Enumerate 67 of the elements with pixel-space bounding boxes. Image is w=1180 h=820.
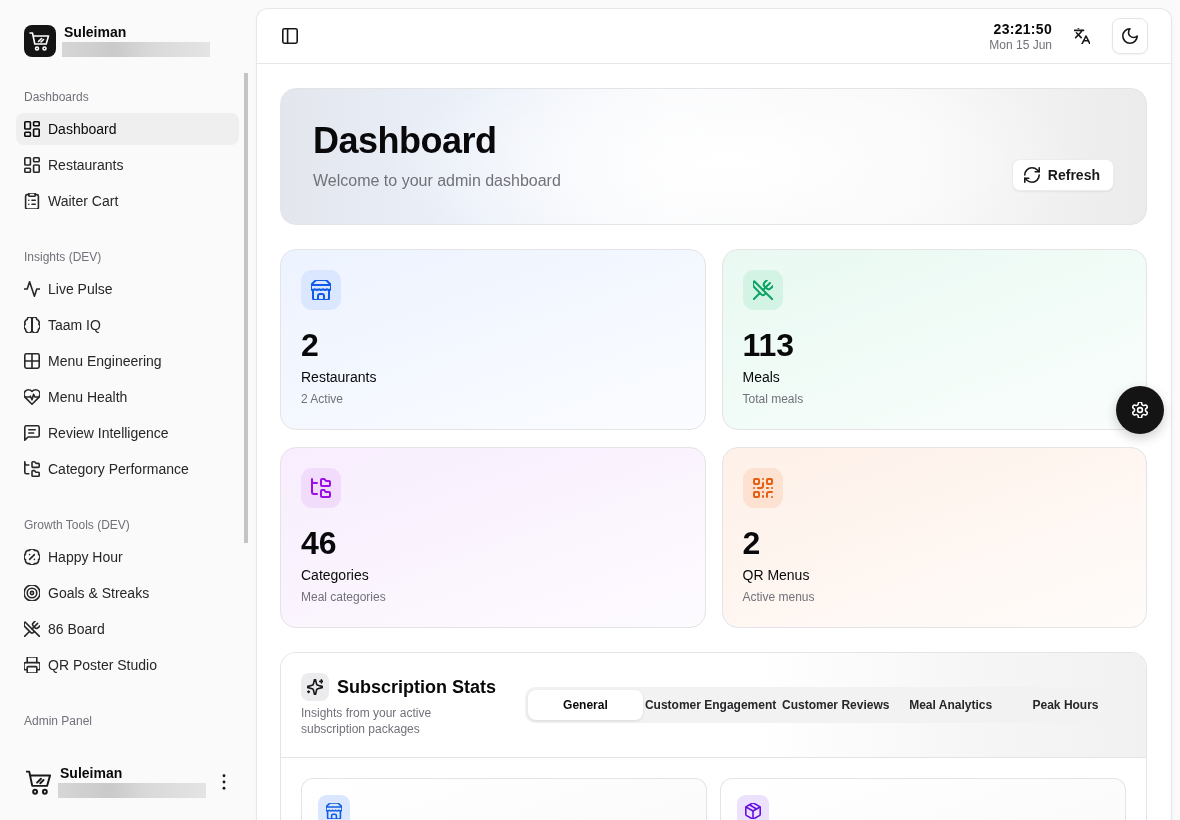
nav-item[interactable]: Live Pulse [16, 273, 239, 305]
moon-icon [1122, 28, 1138, 44]
page-subtitle: Welcome to your admin dashboard [313, 171, 561, 191]
folder-tree-icon [24, 461, 40, 477]
heart-pulse-icon [24, 389, 40, 405]
tab[interactable]: General [528, 690, 643, 720]
nav-item[interactable]: Review Intelligence [16, 417, 239, 449]
section-subtitle: Insights from your active subscription packages [301, 705, 433, 737]
crossed-utensils-icon [24, 621, 40, 637]
translate-icon [1074, 28, 1090, 44]
grid-icon [24, 353, 40, 369]
sparkles-icon [301, 673, 329, 701]
nav-item[interactable]: Menu Health [16, 381, 239, 413]
settings-icon [1132, 402, 1148, 418]
stat-note: Total meals [742, 391, 804, 407]
message-icon [24, 425, 40, 441]
pulse-icon [24, 281, 40, 297]
cart-icon [26, 768, 52, 795]
stat-label: QR Menus [742, 566, 810, 585]
section-label: Growth Tools (DEV) [23, 517, 130, 533]
nav-item[interactable]: QR Poster Studio [16, 649, 239, 681]
tab[interactable]: Customer Engagement [642, 690, 779, 720]
percent-badge-icon [24, 549, 40, 565]
stat-label: Categories [301, 566, 369, 585]
tab[interactable]: Customer Reviews [778, 690, 894, 720]
refresh-button[interactable]: Refresh [1011, 159, 1114, 191]
stat-note: Meal categories [301, 589, 386, 605]
nav-item[interactable]: Menu Engineering [16, 345, 239, 377]
scrollbar-thumb[interactable] [244, 73, 248, 543]
theme-toggle-button[interactable] [1112, 18, 1148, 54]
section-title: Subscription Stats [337, 676, 497, 699]
section-label: Admin Panel [23, 713, 93, 729]
stat-label: Meals [742, 368, 780, 387]
vertical-dots-icon [222, 773, 226, 790]
section-label: Insights (DEV) [23, 249, 102, 265]
page-title: Dashboard [313, 121, 497, 161]
layout-icon [24, 121, 40, 137]
sidebar-panel-icon [282, 28, 298, 44]
tab[interactable]: Meal Analytics [893, 690, 1009, 720]
clipboard-icon [24, 193, 40, 209]
stat-value: 2 [301, 327, 319, 363]
clock-date: Mon 15 Jun [989, 37, 1052, 53]
clock-time: 23:21:50 [993, 19, 1052, 38]
nav-item[interactable]: Restaurants [16, 149, 239, 181]
stat-note: Active menus [742, 589, 815, 605]
cart-logo-icon [24, 24, 56, 57]
nav-item[interactable]: Waiter Cart [16, 185, 239, 217]
nav-item[interactable]: Happy Hour [16, 541, 239, 573]
section-label: Dashboards [23, 89, 89, 105]
user-name: Suleiman [64, 24, 127, 41]
stat-note: 2 Active [301, 391, 344, 407]
user-name: Suleiman [60, 765, 123, 782]
stat-label: Restaurants [301, 368, 377, 387]
stat-value: 46 [301, 525, 337, 561]
brain-icon [24, 317, 40, 333]
refresh-icon [1023, 167, 1040, 183]
nav-item[interactable]: Taam IQ [16, 309, 239, 341]
printer-icon [24, 657, 40, 673]
nav-item[interactable]: 86 Board [16, 613, 239, 645]
tab[interactable]: Peak Hours [1008, 690, 1123, 720]
nav-item[interactable]: Dashboard [16, 113, 239, 145]
target-icon [24, 585, 40, 601]
nav-item[interactable]: Category Performance [16, 453, 239, 485]
stat-value: 2 [742, 525, 761, 561]
stat-value: 113 [742, 327, 795, 363]
layout-icon [24, 157, 40, 173]
nav-item[interactable]: Goals & Streaks [16, 577, 239, 609]
